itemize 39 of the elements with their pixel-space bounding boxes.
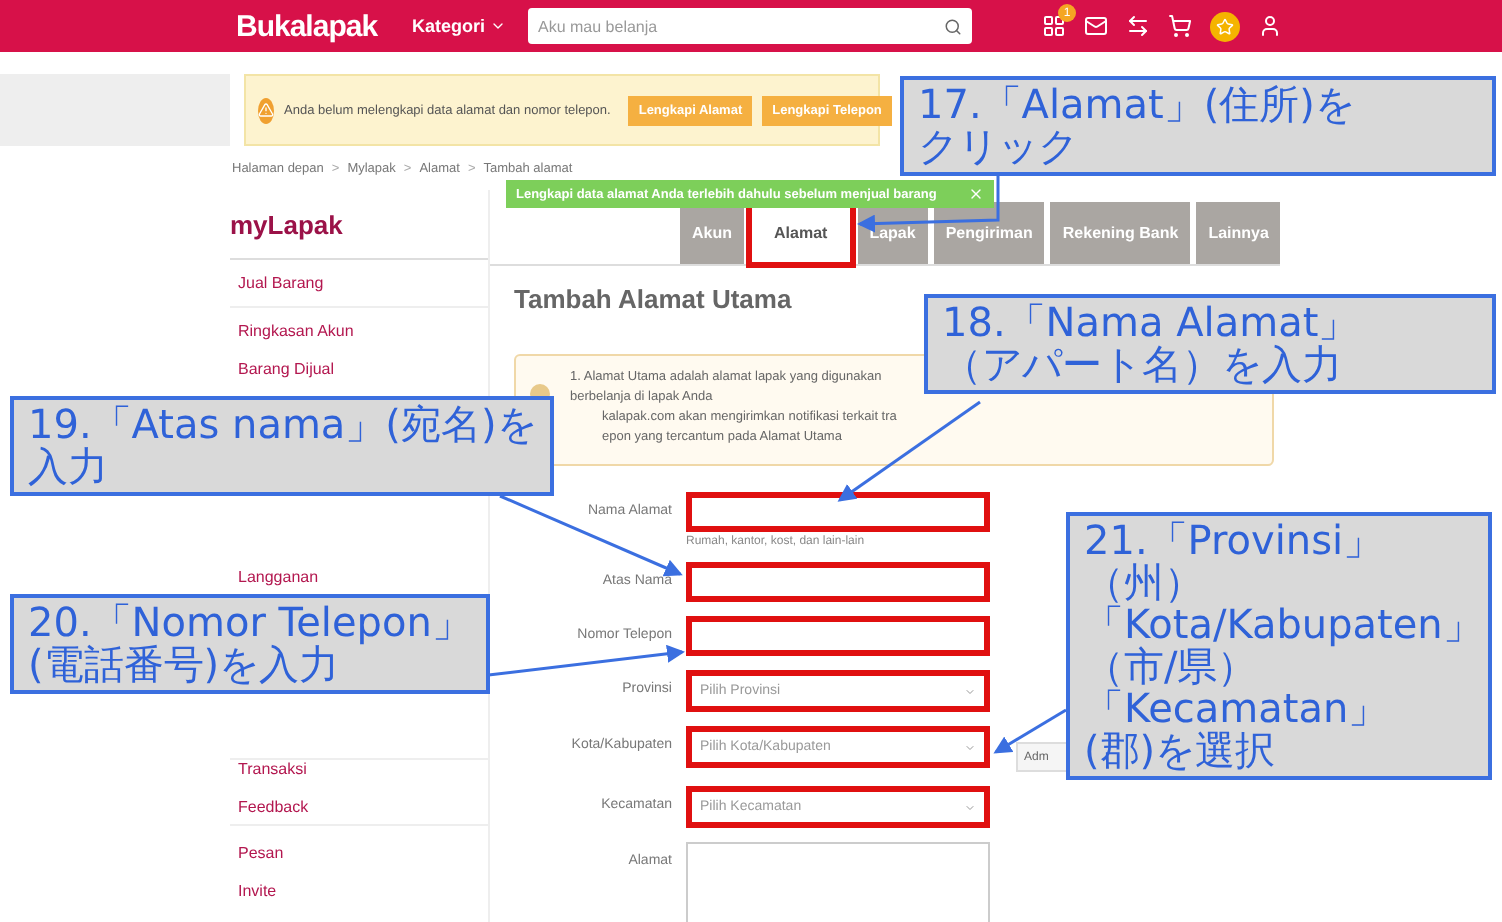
cart-icon[interactable] [1168,14,1192,38]
tab[interactable]: Rekening Bank [1050,202,1191,264]
sidebar-item[interactable]: Langganan [238,568,488,586]
caret-icon [489,18,506,34]
mail-icon[interactable] [1084,14,1108,38]
sidebar-item[interactable]: Barang Dijual [238,360,488,378]
arrow [993,708,1067,754]
sidebar-item[interactable]: Pesan [238,844,488,862]
star-coin-icon[interactable] [1210,11,1240,41]
sidebar-item[interactable]: Invite [238,882,488,900]
sidebar-item[interactable]: Transaksi [238,760,488,778]
tab[interactable]: Lainnya [1196,202,1281,264]
input-field[interactable] [686,492,990,532]
sidebar-item[interactable]: Ringkasan Akun [238,322,488,340]
annotation-callout: 18.「Nama Alamat」 （アパート名）を入力 [924,294,1496,394]
annotation-callout: 21.「Provinsi」 （州） 「Kota/Kabupaten」 （市/県） 「Kecamatan」 (郡)を選択 [1066,512,1492,780]
tab[interactable]: Akun [680,202,744,264]
annotation-callout: 17.「Alamat」(住所)を クリック [900,76,1496,176]
caret-icon [964,801,976,813]
sidebar-title: myLapak [230,190,488,260]
tab[interactable]: Alamat [750,202,852,264]
swap-icon[interactable] [1126,14,1150,38]
tab[interactable]: Pengiriman [933,202,1045,264]
sidebar-item[interactable]: Feedback [238,798,488,816]
category-menu[interactable]: Kategori [412,16,508,36]
search-icon [944,17,962,35]
user-icon[interactable] [1258,14,1282,38]
caret-icon [964,741,976,753]
input-field[interactable] [686,616,990,656]
annotation-callout: 19.「Atas nama」(宛名)を 入力 [10,396,555,496]
annotation-callout: 20.「Nomor Telepon」 (電話番号)を入力 [10,594,490,694]
search-field[interactable]: Aku mau belanja [528,8,972,44]
grid-icon[interactable] [1042,14,1066,38]
input-field[interactable] [686,562,990,602]
sidebar-item[interactable]: Jual Barang [238,274,488,292]
page-title: Tambah Alamat Utama [514,284,792,314]
caret-icon [964,685,976,697]
warning-icon [258,97,274,123]
logo[interactable]: Bukalapak [236,9,392,43]
